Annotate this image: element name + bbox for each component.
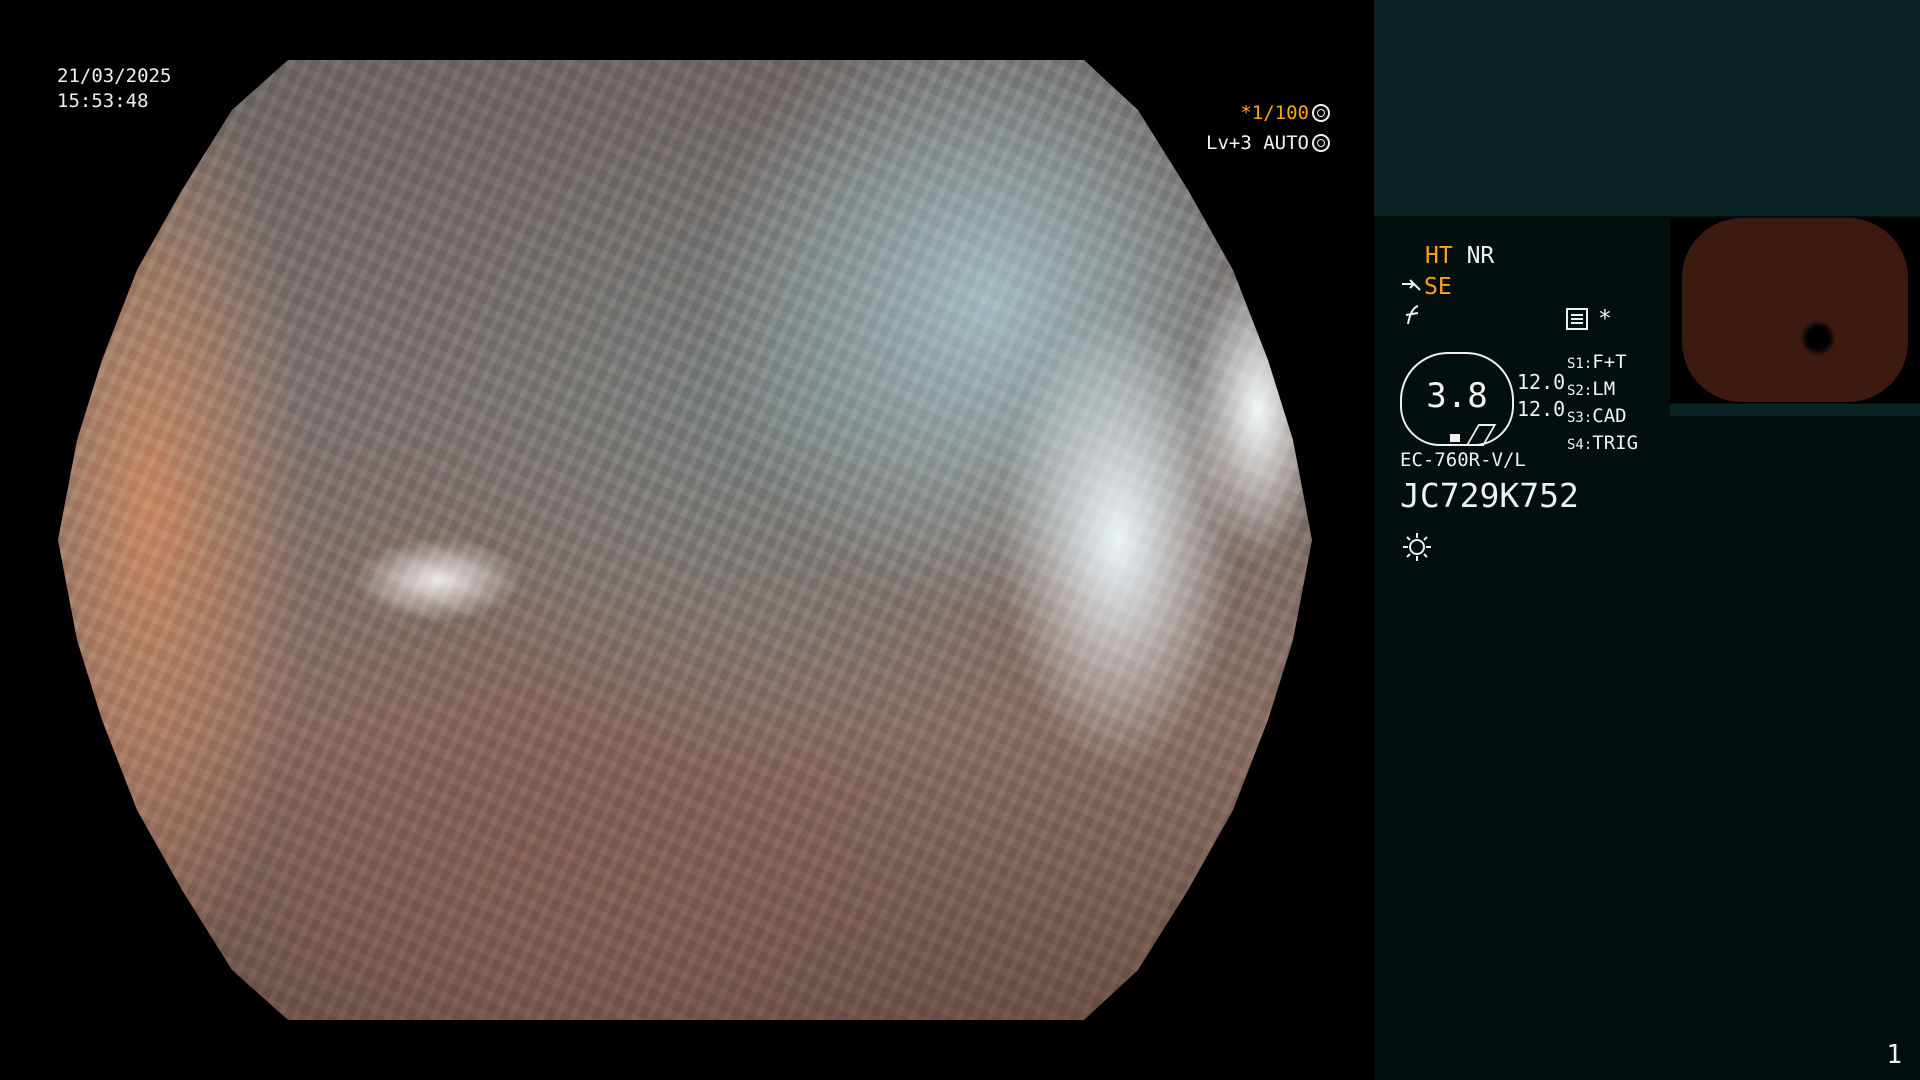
panel-header-area [1374,0,1920,216]
info-panel [1374,0,1920,1080]
shutter-line: *1/100 [1206,98,1330,128]
scope-model: EC-760R-V/L [1400,449,1526,471]
ht-label: HT [1425,243,1453,269]
thumbnail-status-bar [1670,404,1920,416]
wand-icon [1402,279,1421,291]
magnification-gauge: 3.8 [1400,352,1514,446]
value-top: 12.0 [1517,370,1566,394]
switch-list: S1:F+T S2:LM S3:CAD S4:TRIG [1567,350,1638,458]
level-line: Lv+3 AUTO [1206,128,1330,158]
reference-thumbnail[interactable] [1670,218,1920,403]
switch-s2: S2:LM [1567,378,1616,400]
date-text: 21/03/2025 [57,65,172,87]
exposure-overlay: *1/100 Lv+3 AUTO [1206,98,1330,158]
gauge-marker [1450,434,1460,442]
aperture-icon [1312,104,1330,122]
nr-label: NR [1466,243,1495,269]
function-line [1402,304,1424,332]
scope-serial: JC729K752 [1400,476,1579,515]
endoscope-live-view [58,60,1312,1020]
shutter-text: *1/100 [1240,102,1309,124]
time-text: 15:53:48 [57,90,149,112]
switch-s4: S4:TRIG [1567,432,1639,454]
ht-nr-line: HT NR [1425,243,1494,269]
se-line: SE [1400,274,1452,300]
memo-icon [1566,308,1588,330]
gauge-value: 3.8 [1426,376,1488,416]
sun-icon [1403,533,1431,561]
level-mode-text: Lv+3 AUTO [1206,132,1309,154]
mucosa-texture [58,60,1312,1020]
switch-s1: S1:F+T [1567,351,1627,373]
thumbnail-image [1682,218,1908,402]
asterisk-indicator: * [1598,306,1612,332]
se-label: SE [1424,274,1452,300]
f-icon [1405,305,1419,325]
timestamp: 21/03/2025 15:53:48 [57,64,171,114]
target-icon [1312,134,1330,152]
page-number: 1 [1886,1040,1902,1070]
switch-s3: S3:CAD [1567,405,1627,427]
value-bottom: 12.0 [1517,397,1566,421]
